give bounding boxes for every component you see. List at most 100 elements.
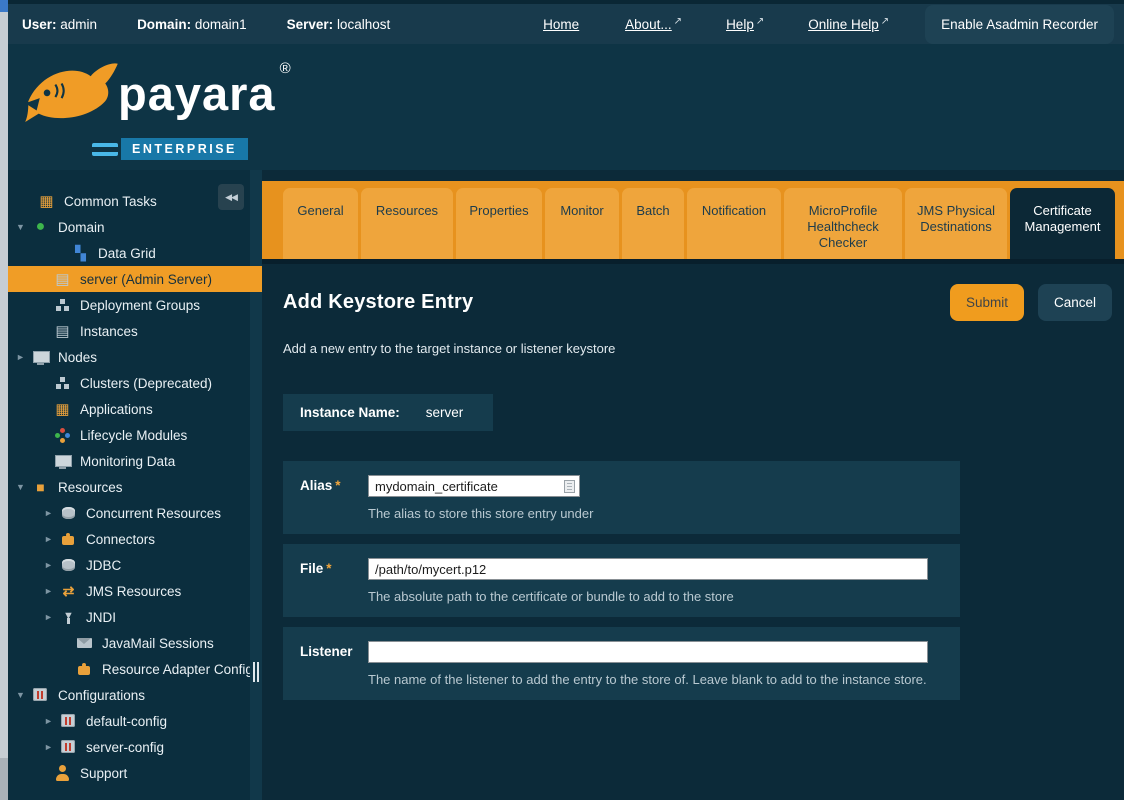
sidebar-item-resources[interactable]: ▼ Resources [8,474,250,500]
scrollbar-bottom-cap [0,758,8,800]
sidebar-item-monitoring-data[interactable]: Monitoring Data [8,448,250,474]
tab-label: Batch [636,203,669,259]
sidebar-item-label: server (Admin Server) [80,272,212,287]
brand-name: payara® [118,66,288,121]
tab-label: General [297,203,343,259]
expander-icon[interactable]: ► [16,352,32,362]
registered-mark: ® [280,60,292,77]
filter-icon [60,609,77,625]
payara-admin-console: User: admin Domain: domain1 Server: loca… [0,0,1124,800]
sidebar-divider [250,170,262,800]
sidebar-item-configurations[interactable]: ▼ Configurations [8,682,250,708]
tab-notification[interactable]: Notification [687,188,781,259]
body-row: ◀◀ Common Tasks ▼ Domain [8,170,1124,800]
file-input[interactable] [368,558,928,580]
domain-info: Domain: domain1 [137,17,247,32]
tab-properties[interactable]: Properties [456,188,542,259]
expander-icon[interactable]: ▼ [16,690,32,700]
resources-icon [32,479,49,495]
sidebar-item-deployment-groups[interactable]: Deployment Groups [8,292,250,318]
page-scrollbar[interactable] [0,0,8,800]
field-help-text: The absolute path to the certificate or … [368,589,960,604]
expander-icon[interactable]: ▼ [16,482,32,492]
sidebar-item-data-grid[interactable]: Data Grid [8,240,250,266]
sidebar-item-jndi[interactable]: ► JNDI [8,604,250,630]
edition-badge: ENTERPRISE [92,138,248,160]
sidebar-item-label: Instances [80,324,138,339]
sidebar-item-label: Lifecycle Modules [80,428,187,443]
domain-value: domain1 [195,17,247,32]
expander-icon[interactable]: ► [44,742,60,752]
tab-microprofile-healthcheck-checker[interactable]: MicroProfile Healthcheck Checker [784,188,902,259]
sidebar-item-nodes[interactable]: ► Nodes [8,344,250,370]
home-link[interactable]: Home [543,17,581,32]
sidebar-item-instances[interactable]: Instances [8,318,250,344]
sidebar-item-common-tasks[interactable]: Common Tasks [8,188,250,214]
sidebar-item-jms-resources[interactable]: ► JMS Resources [8,578,250,604]
cancel-button[interactable]: Cancel [1038,284,1112,321]
field-help-text: The name of the listener to add the entr… [368,672,960,687]
user-info: User: admin [22,17,97,32]
sidebar-item-resource-adapter-configs[interactable]: Resource Adapter Configs [8,656,250,682]
scrollbar-thumb[interactable] [0,0,8,12]
config-icon [60,739,77,755]
deployment-groups-icon [54,297,71,313]
connector-icon [60,531,77,547]
globe-icon [32,219,49,235]
tab-label: Monitor [560,203,603,259]
sidebar-item-default-config[interactable]: ► default-config [8,708,250,734]
listener-input[interactable] [368,641,928,663]
expander-icon[interactable]: ► [44,508,60,518]
online-help-link[interactable]: Online Help↗ [808,17,889,32]
main-content: General Resources Properties Monitor Bat… [262,170,1124,800]
domain-label: Domain: [137,17,191,32]
tab-label: MicroProfile Healthcheck Checker [788,203,898,259]
tab-bar: General Resources Properties Monitor Bat… [262,181,1124,259]
instance-name-panel: Instance Name: server [283,394,493,431]
about-link[interactable]: About...↗ [625,17,682,32]
sidebar-item-server-admin-server[interactable]: server (Admin Server) [8,266,262,292]
sidebar-item-support[interactable]: Support [8,760,250,786]
sidebar-resize-handle[interactable] [253,662,259,682]
session-info: User: admin Domain: domain1 Server: loca… [22,17,390,32]
sidebar-item-javamail-sessions[interactable]: JavaMail Sessions [8,630,250,656]
sidebar-item-jdbc[interactable]: ► JDBC [8,552,250,578]
common-tasks-icon [38,193,55,209]
sidebar-item-label: Clusters (Deprecated) [80,376,212,391]
expander-icon[interactable]: ► [44,586,60,596]
sidebar-item-label: Monitoring Data [80,454,175,469]
sidebar-item-server-config[interactable]: ► server-config [8,734,250,760]
sidebar-item-domain[interactable]: ▼ Domain [8,214,250,240]
tab-monitor[interactable]: Monitor [545,188,619,259]
expander-icon[interactable]: ► [44,534,60,544]
page-actions: Submit Cancel [950,284,1112,321]
expander-icon[interactable]: ▼ [16,222,32,232]
file-field-row: File* The absolute path to the certifica… [283,544,960,617]
expander-icon[interactable]: ► [44,560,60,570]
tab-batch[interactable]: Batch [622,188,684,259]
header-links: Home About...↗ Help↗ Online Help↗ [543,17,889,32]
applications-icon [54,401,71,417]
submit-button[interactable]: Submit [950,284,1024,321]
help-link[interactable]: Help↗ [726,17,764,32]
tab-resources[interactable]: Resources [361,188,453,259]
expander-icon[interactable]: ► [44,716,60,726]
sidebar-item-lifecycle-modules[interactable]: Lifecycle Modules [8,422,250,448]
sidebar-item-connectors[interactable]: ► Connectors [8,526,250,552]
sidebar-item-clusters[interactable]: Clusters (Deprecated) [8,370,250,396]
tab-general[interactable]: General [283,188,358,259]
required-asterisk: * [326,561,331,576]
enable-asadmin-recorder-button[interactable]: Enable Asadmin Recorder [925,5,1114,44]
tab-label: Certificate Management [1014,203,1111,259]
sidebar-item-label: Nodes [58,350,97,365]
page-description: Add a new entry to the target instance o… [283,341,1112,356]
server-value: localhost [337,17,390,32]
sidebar-item-applications[interactable]: Applications [8,396,250,422]
tab-certificate-management[interactable]: Certificate Management [1010,188,1115,259]
tab-jms-physical-destinations[interactable]: JMS Physical Destinations [905,188,1007,259]
support-icon [54,765,71,781]
alias-input[interactable] [368,475,580,497]
field-label: Listener [300,641,368,687]
expander-icon[interactable]: ► [44,612,60,622]
sidebar-item-concurrent-resources[interactable]: ► Concurrent Resources [8,500,250,526]
